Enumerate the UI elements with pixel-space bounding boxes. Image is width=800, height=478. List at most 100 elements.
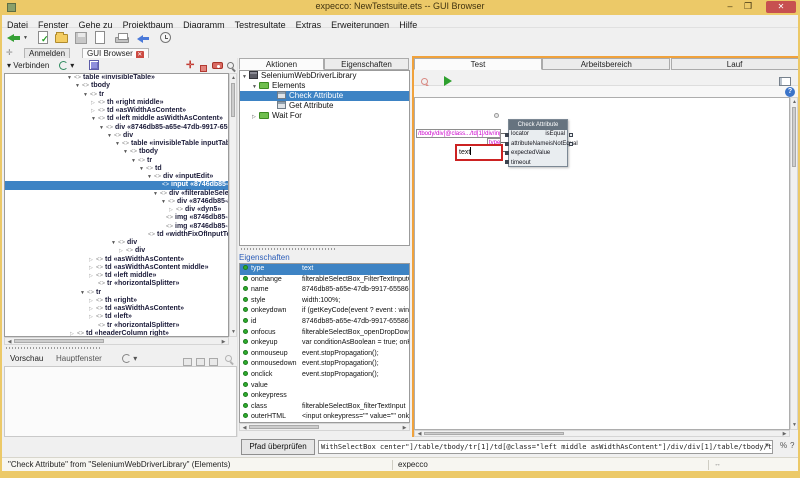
dom-tree-node[interactable]: ▼<>tr [5, 289, 228, 297]
scroll-right-icon[interactable]: ▶ [220, 339, 227, 345]
property-row[interactable]: onmouseupevent.stopPropagation(); [240, 349, 409, 360]
dom-tree-node[interactable]: ▼<>tbody [5, 82, 228, 90]
canvas-hscrollbar[interactable]: ◀ ▶ [414, 430, 790, 437]
dom-tree-node[interactable]: ▼<>tr [5, 157, 228, 165]
splitter-icon[interactable]: ↔ [714, 458, 721, 471]
dom-tree-node[interactable]: ▷<>td«left» [5, 313, 228, 321]
property-row[interactable]: stylewidth:100%; [240, 296, 409, 307]
camera-icon[interactable] [212, 58, 223, 73]
verify-path-button[interactable]: Pfad überprüfen [241, 439, 315, 455]
dom-tree-node[interactable]: ▼<>td«left middle asWidthAsContent» [5, 115, 228, 123]
collapsed-arrow-icon[interactable]: ▷ [119, 247, 126, 255]
connect-dropdown[interactable]: ▾ Verbinden [7, 58, 49, 73]
dom-tree-node[interactable]: ▼<>table«invisibleTable inputTable» [5, 140, 228, 148]
print-icon[interactable] [114, 30, 131, 46]
new-document-icon[interactable] [92, 30, 109, 46]
dom-tree-node[interactable]: <>td«widthFixOfInputText» [5, 231, 228, 239]
expanded-arrow-icon[interactable]: ▼ [161, 198, 168, 206]
preview-refresh-icon[interactable]: ▾ [122, 351, 137, 366]
property-row[interactable]: onkeypress [240, 391, 409, 402]
maximize-button[interactable]: ❐ [740, 1, 756, 13]
input-pin[interactable] [505, 142, 509, 146]
canvas-vscrollbar[interactable]: ▲ ▼ [790, 97, 798, 430]
library-item-get-attribute[interactable]: Get Attribute [240, 101, 409, 111]
input-pin[interactable] [505, 151, 509, 155]
collapsed-arrow-icon[interactable]: ▷ [91, 107, 98, 115]
expanded-arrow-icon[interactable]: ▼ [67, 74, 74, 82]
check-attribute-block[interactable]: Check Attribute locator isEqual attribut… [508, 119, 568, 167]
save-icon[interactable] [73, 30, 90, 46]
inspect-icon[interactable] [226, 58, 236, 73]
input-pin-label[interactable]: timeout [511, 159, 531, 169]
dom-tree-node[interactable]: ▷<>td«asWidthAsContent» [5, 107, 228, 115]
input-pin-label[interactable]: expectedValue [511, 149, 550, 159]
property-row[interactable]: onclickevent.stopPropagation(); [240, 370, 409, 381]
input-pin[interactable] [505, 133, 509, 137]
refresh-icon[interactable]: ▾ [59, 58, 74, 73]
dom-tree-node[interactable]: ▼<>div [5, 132, 228, 140]
property-row[interactable]: onmousedownevent.stopPropagation(); [240, 359, 409, 370]
scroll-up-icon[interactable]: ▲ [230, 75, 237, 81]
property-row[interactable]: name8746db85-a65e-47db-9917-655866477a33… [240, 285, 409, 296]
collapsed-arrow-icon[interactable]: ▷ [70, 330, 77, 337]
property-row[interactable]: onkeydownif (getKeyCode(event ? event : … [240, 306, 409, 317]
dom-tree-node[interactable]: ▼<>div«filterableSelectB» [5, 190, 228, 198]
grid-icon[interactable] [89, 58, 99, 73]
dom-tree-node[interactable]: ▼<>tbody [5, 148, 228, 156]
properties-hscrollbar[interactable]: ◀ ▶ [239, 423, 410, 431]
output-pin[interactable] [569, 142, 573, 146]
output-pin-label[interactable]: isNotEqual [549, 140, 578, 150]
undo-icon[interactable] [136, 30, 153, 46]
dom-tree-node[interactable]: <>img«8746db85-a65e» [5, 214, 228, 222]
dom-tree-node[interactable]: <>tr«horizontalSplitter» [5, 280, 228, 288]
scroll-left-icon[interactable]: ◀ [6, 339, 13, 345]
library-item-seleniumwebdriverlibrary[interactable]: ▼SeleniumWebDriverLibrary [240, 71, 409, 81]
tab-hauptfenster[interactable]: Hauptfenster [56, 351, 102, 366]
collapsed-arrow-icon[interactable]: ▷ [89, 272, 96, 280]
tab-arbeitsbereich[interactable]: Arbeitsbereich [542, 58, 670, 70]
dom-tree-node[interactable]: ▷<>th«right» [5, 297, 228, 305]
history-icon[interactable] [158, 30, 175, 46]
collapsed-arrow-icon[interactable]: ▷ [89, 256, 96, 264]
diagram-canvas[interactable]: /tbody/div[@class.../td[1]/div/input typ… [414, 97, 790, 430]
tab-anmelden[interactable]: Anmelden [24, 48, 70, 58]
dom-tree-node[interactable]: ▷<>div«dyn5» [5, 206, 228, 214]
minimize-button[interactable]: – [722, 1, 738, 13]
scroll-down-icon[interactable]: ▼ [791, 422, 798, 428]
add-tab-icon[interactable]: ✛ [6, 48, 13, 58]
tab-eigenschaften[interactable]: Eigenschaften [324, 58, 409, 70]
collapsed-arrow-icon[interactable]: ▷ [169, 206, 176, 214]
expanded-arrow-icon[interactable]: ▼ [80, 289, 87, 297]
input-pin-label[interactable]: attributeName [511, 140, 549, 150]
scroll-up-icon[interactable]: ▲ [791, 99, 798, 105]
collapsed-arrow-icon[interactable]: ▷ [89, 305, 96, 313]
dom-tree-node[interactable]: ▼<>td [5, 165, 228, 173]
preview-zoom-icon[interactable] [224, 351, 234, 366]
tab-test[interactable]: Test [414, 58, 542, 70]
close-button[interactable]: ✕ [766, 1, 796, 13]
tab-vorschau[interactable]: Vorschau [10, 351, 43, 366]
property-row[interactable]: typetext [240, 264, 409, 275]
scroll-down-icon[interactable]: ▼ [230, 329, 237, 335]
library-item-check-attribute[interactable]: Check Attribute [240, 91, 409, 101]
expanded-arrow-icon[interactable]: ▼ [147, 173, 154, 181]
output-pin[interactable] [569, 133, 573, 137]
dom-tree-node[interactable]: ▼<>div«8746db85-a6» [5, 198, 228, 206]
expanded-arrow-icon[interactable]: ▼ [115, 140, 122, 148]
expanded-arrow-icon[interactable]: ▼ [153, 190, 160, 198]
library-item-wait-for[interactable]: ▷Wait For [240, 111, 409, 121]
dom-tree-node[interactable]: ▼<>div [5, 239, 228, 247]
tab-aktionen[interactable]: Aktionen [239, 58, 324, 70]
property-row[interactable]: value [240, 381, 409, 392]
dom-tree-node[interactable]: ▷<>td«asWidthAsContent» [5, 256, 228, 264]
path-help-icon[interactable]: ? [790, 441, 794, 450]
dom-tree-node[interactable]: ▷<>td«headerColumn right» [5, 330, 228, 337]
dom-tree-node[interactable]: <>tr«horizontalSplitter» [5, 322, 228, 330]
collapsed-arrow-icon[interactable]: ▷ [89, 297, 96, 305]
left-splitter-handle[interactable] [6, 346, 101, 350]
input-pin-label[interactable]: locator [511, 130, 529, 140]
dom-tree-hscrollbar[interactable]: ◀ ▶ [4, 337, 229, 345]
dom-tree-node[interactable]: ▼<>table«invisibleTable» [5, 74, 228, 82]
expanded-arrow-icon[interactable]: ▼ [91, 115, 98, 123]
expanded-arrow-icon[interactable]: ▼ [111, 239, 118, 247]
